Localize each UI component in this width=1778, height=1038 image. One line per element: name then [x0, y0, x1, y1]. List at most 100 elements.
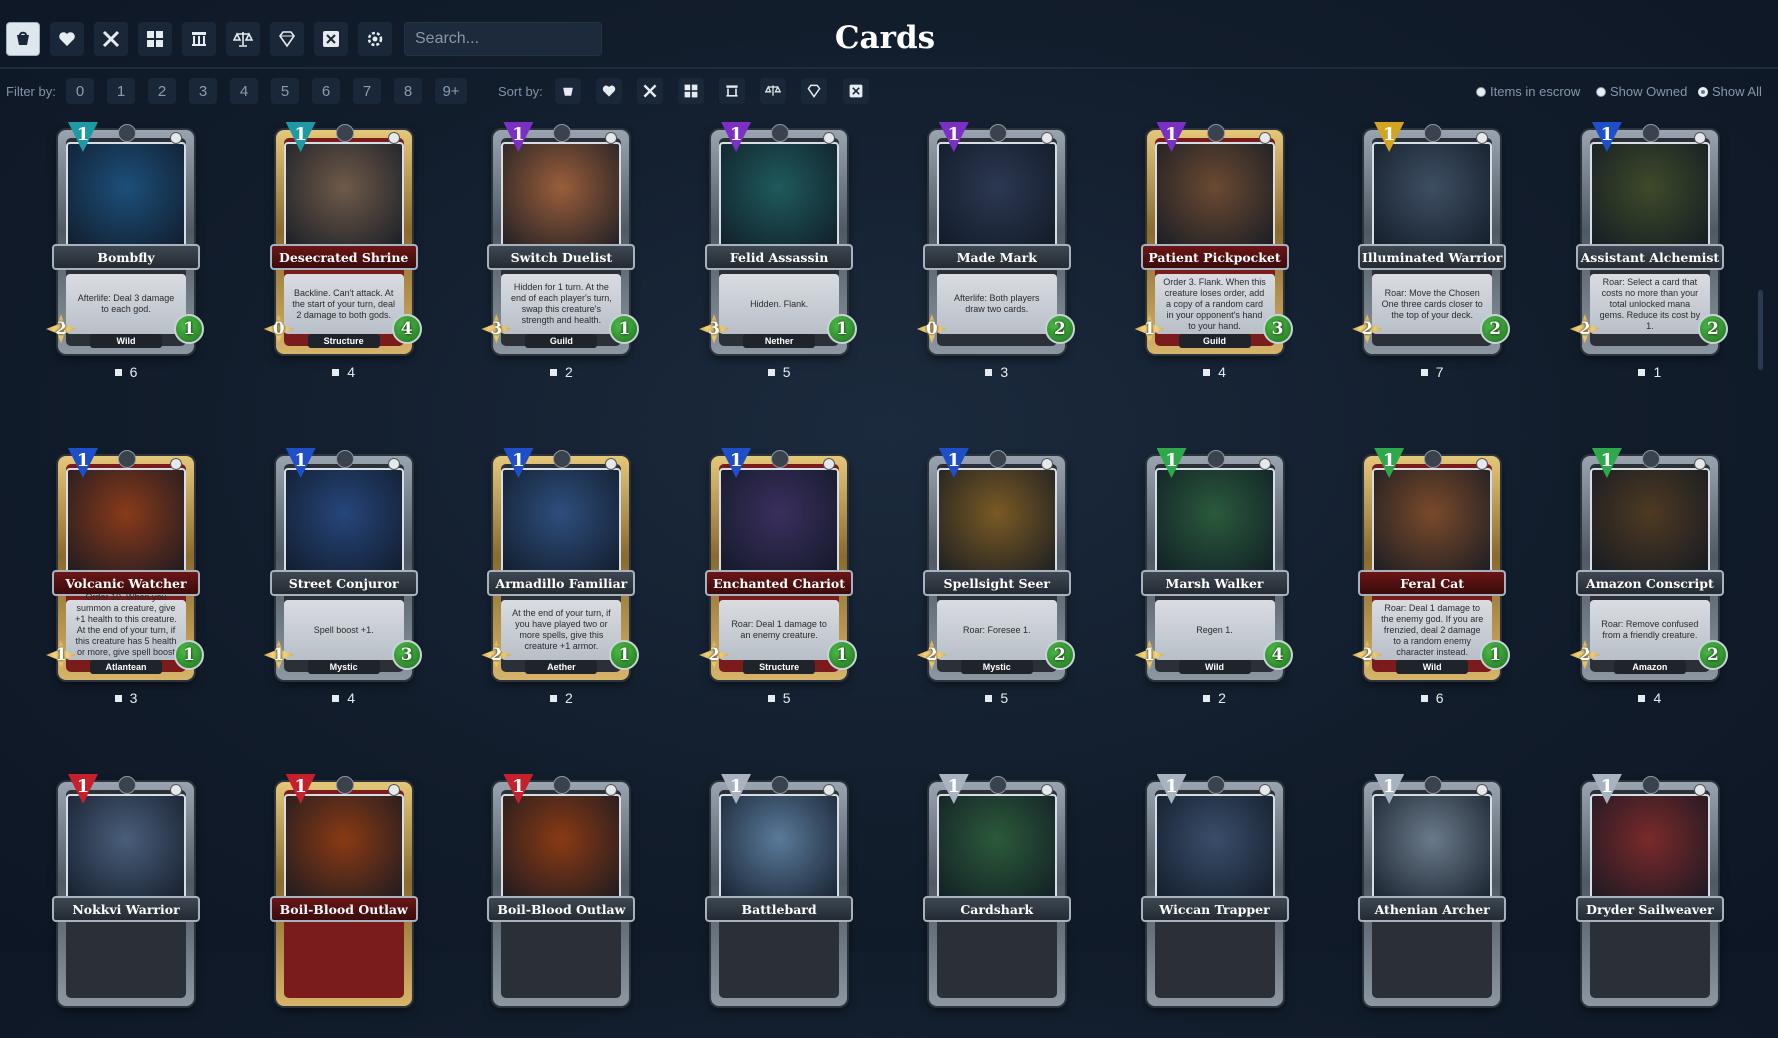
card-text: Afterlife: Both players draw two cards.: [954, 293, 1040, 314]
card[interactable]: 1 Bombfly Afterlife: Deal 3 damage to each…: [44, 116, 208, 386]
settings-tab[interactable]: [358, 22, 392, 56]
card-text: Roar: Remove confused from a friendly cr…: [1601, 619, 1699, 640]
owned-count: 6: [1350, 690, 1514, 706]
radio-show-owned[interactable]: Show Owned: [1596, 84, 1687, 99]
card-tribe: Amazon: [1613, 660, 1686, 674]
card-name-bar: Boil-Blood Outlaw: [487, 896, 636, 922]
health-value: 3: [400, 645, 413, 665]
god-tab[interactable]: [182, 22, 216, 56]
lock-icon: [1641, 450, 1660, 468]
filter-mana-9plus[interactable]: 9+: [435, 78, 467, 104]
filter-mana-8[interactable]: 8: [394, 78, 422, 104]
card[interactable]: 1 Enchanted Chariot Roar: Deal 1 damage to…: [697, 442, 861, 712]
heart-tab[interactable]: [50, 22, 84, 56]
attack-tab[interactable]: [94, 22, 128, 56]
filter-mana-6[interactable]: 6: [312, 78, 340, 104]
health-badge: 1: [609, 314, 640, 344]
set-icon: [1693, 784, 1706, 796]
card-name-bar: Armadillo Familiar: [487, 570, 636, 596]
search-input[interactable]: [404, 22, 602, 56]
scrollbar[interactable]: [1758, 290, 1763, 370]
card[interactable]: 1 Made Mark Afterlife: Both players draw t…: [915, 116, 1079, 386]
card[interactable]: 1 Feral Cat Roar: Deal 1 damage to the ene…: [1350, 442, 1514, 712]
card[interactable]: 1 Nokkvi Warrior: [44, 768, 208, 1038]
card[interactable]: 1 Felid Assassin Hidden. Flank. Nether 3 1 5: [697, 116, 861, 386]
set-icon: [387, 132, 400, 144]
page-title: Cards: [834, 20, 936, 56]
card[interactable]: 1 Armadillo Familiar At the end of your tu…: [479, 442, 643, 712]
card-count-icon: [985, 369, 993, 376]
lock-icon: [335, 776, 354, 794]
sort-mana-button[interactable]: [555, 78, 581, 104]
filter-mana-7[interactable]: 7: [353, 78, 381, 104]
card-count-icon: [1203, 695, 1211, 702]
filter-bar: Filter by: 0 1 2 3 4 5 6 7 8 9+ Sort by:…: [0, 76, 1778, 108]
radio-show-all[interactable]: Show All: [1698, 84, 1762, 99]
card[interactable]: 1 Dryder Sailweaver: [1568, 768, 1732, 1038]
health-badge: 3: [391, 640, 422, 670]
card[interactable]: 1 Wiccan Trapper: [1133, 768, 1297, 1038]
filter-mana-4[interactable]: 4: [230, 78, 258, 104]
filter-mana-1[interactable]: 1: [107, 78, 135, 104]
sort-balance-button[interactable]: [760, 78, 786, 104]
card-count-icon: [332, 369, 340, 376]
health-value: 1: [836, 319, 849, 339]
radio-items-in-escrow[interactable]: Items in escrow: [1476, 84, 1580, 99]
card-count-icon: [114, 369, 122, 376]
card[interactable]: 1 Battlebard: [697, 768, 861, 1038]
card[interactable]: 1 Boil-Blood Outlaw: [262, 768, 426, 1038]
card-name: Boil-Blood Outlaw: [497, 901, 626, 917]
card-art: [501, 142, 622, 254]
card-name-bar: Patient Pickpocket: [1140, 244, 1289, 270]
card[interactable]: 1 Street Conjuror Spell boost +1. Mystic 1 3 4: [262, 442, 426, 712]
card[interactable]: 1 Patient Pickpocket Order 3. Flank. When …: [1133, 116, 1297, 386]
sort-mana-tab[interactable]: [6, 22, 40, 56]
sort-set-button[interactable]: [678, 78, 704, 104]
card[interactable]: 1 Cardshark: [915, 768, 1079, 1038]
card[interactable]: 1 Desecrated Shrine Backline. Can't attack…: [262, 116, 426, 386]
card[interactable]: 1 Marsh Walker Regen 1. Wild 1 4 2: [1133, 442, 1297, 712]
card-art: [1154, 468, 1275, 580]
rarity-tab[interactable]: [270, 22, 304, 56]
card-tribe: Atlantean: [90, 660, 162, 674]
x-tab[interactable]: [314, 22, 348, 56]
card[interactable]: 1 Boil-Blood Outlaw: [479, 768, 643, 1038]
lock-icon: [1641, 776, 1660, 794]
owned-count: 4: [262, 690, 426, 706]
card-text: Roar: Deal 1 damage to the enemy god. If…: [1381, 602, 1484, 657]
card-name: Enchanted Chariot: [713, 575, 846, 591]
filter-mana-3[interactable]: 3: [189, 78, 217, 104]
health-value: 2: [1053, 645, 1066, 665]
sort-god-button[interactable]: [719, 78, 745, 104]
card-art: [66, 468, 186, 580]
card[interactable]: 1 Athenian Archer: [1350, 768, 1514, 1038]
set-icon: [170, 458, 182, 470]
card[interactable]: 1 Assistant Alchemist Roar: Select a card …: [1568, 116, 1732, 386]
filter-mana-5[interactable]: 5: [271, 78, 299, 104]
card[interactable]: 1 Switch Duelist Hidden for 1 turn. At the…: [479, 116, 643, 386]
card-count-icon: [549, 695, 557, 702]
balance-tab[interactable]: [226, 22, 260, 56]
filter-mana-0[interactable]: 0: [66, 78, 94, 104]
lock-icon: [988, 776, 1007, 794]
health-badge: 3: [1262, 314, 1293, 344]
health-badge: 1: [1480, 640, 1511, 670]
set-tab[interactable]: [138, 22, 172, 56]
card[interactable]: 1 Amazon Conscript Roar: Remove confused f…: [1568, 442, 1732, 712]
mana-cost: 1: [76, 124, 90, 145]
card[interactable]: 1 Volcanic Watcher Order 10. When you summ…: [44, 442, 208, 712]
mana-cost: 1: [1382, 450, 1396, 471]
card-art: [66, 794, 186, 906]
card-text: Regen 1.: [1196, 624, 1233, 635]
sort-x-button[interactable]: [843, 78, 869, 104]
sort-health-button[interactable]: [596, 78, 622, 104]
card[interactable]: 1 Spellsight Seer Roar: Foresee 1. Mystic 2 2…: [915, 442, 1079, 712]
card-name: Dryder Sailweaver: [1586, 901, 1714, 917]
radio-dot-selected: [1698, 86, 1708, 97]
card-text: Afterlife: Deal 3 damage to each god.: [77, 293, 175, 314]
sort-rarity-button[interactable]: [801, 78, 827, 104]
card[interactable]: 1 Illuminated Warrior Roar: Move the Chose…: [1350, 116, 1514, 386]
sort-attack-button[interactable]: [637, 78, 663, 104]
filter-mana-2[interactable]: 2: [148, 78, 176, 104]
card-art: [1372, 142, 1493, 254]
